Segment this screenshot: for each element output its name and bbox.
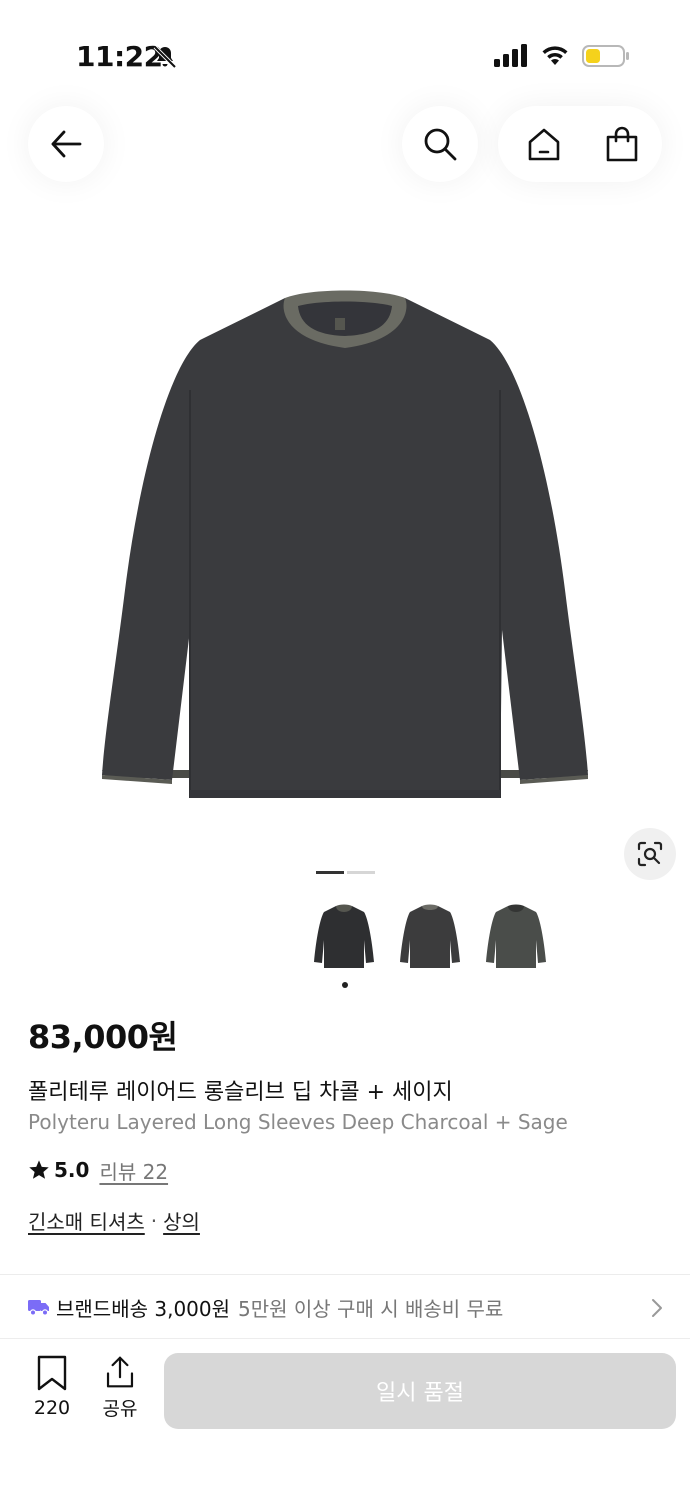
pager-dot[interactable] (347, 871, 375, 874)
share-label: 공유 (102, 1398, 138, 1420)
shipping-free-note: 5만원 이상 구매 시 배송비 무료 (238, 1296, 504, 1321)
bell-off-icon (153, 45, 177, 69)
share-icon (106, 1356, 134, 1388)
battery-icon (582, 45, 629, 67)
category-link-long-sleeve[interactable]: 긴소매 티셔츠 (28, 1206, 145, 1235)
thumbnail-charcoal-back[interactable] (396, 900, 464, 974)
product-price: 83,000원 (28, 1018, 178, 1056)
bookmark-button[interactable]: 220 (28, 1355, 76, 1421)
chevron-right-icon (652, 1299, 662, 1317)
thumbnail-strip (310, 900, 560, 996)
thumbnail-charcoal-front[interactable] (310, 900, 378, 974)
shopping-bag-icon (606, 126, 638, 162)
category-separator: · (150, 1208, 158, 1233)
shipping-info-row[interactable]: 브랜드배송 3,000원 5만원 이상 구매 시 배송비 무료 (0, 1276, 690, 1338)
bottom-action-bar: 220 공유 일시 품절 (0, 1338, 690, 1500)
image-search-button[interactable] (624, 828, 676, 880)
status-bar: 11:22 (0, 0, 690, 100)
thumbnail-selected-dot (342, 982, 348, 988)
back-button[interactable] (28, 106, 104, 182)
rating-row: 5.0 리뷰 22 (28, 1156, 168, 1184)
review-link[interactable]: 리뷰 22 (99, 1156, 168, 1185)
bookmark-icon (37, 1355, 67, 1391)
truck-icon (28, 1300, 49, 1316)
bookmark-count: 220 (33, 1397, 71, 1419)
wifi-icon (542, 46, 568, 65)
product-title-english: Polyteru Layered Long Sleeves Deep Charc… (28, 1110, 568, 1134)
image-search-icon (637, 841, 663, 867)
pager-dot-active[interactable] (316, 871, 344, 874)
category-breadcrumb: 긴소매 티셔츠 · 상의 (28, 1206, 200, 1235)
star-icon (29, 1160, 49, 1179)
shipping-fee-label: 브랜드배송 3,000원 (56, 1296, 231, 1321)
rating-value: 5.0 (54, 1158, 90, 1182)
share-button[interactable]: 공유 (96, 1355, 144, 1421)
sold-out-button[interactable]: 일시 품절 (164, 1353, 676, 1429)
category-link-tops[interactable]: 상의 (163, 1206, 200, 1235)
arrow-left-icon (51, 130, 82, 158)
product-image[interactable] (80, 270, 610, 830)
home-cart-group (498, 106, 662, 182)
home-icon (528, 128, 560, 161)
search-button[interactable] (402, 106, 478, 182)
product-title-korean: 폴리테루 레이어드 롱슬리브 딥 차콜 + 세이지 (28, 1080, 453, 1105)
cart-button[interactable] (586, 106, 658, 182)
status-time: 11:22 (76, 40, 163, 73)
home-button[interactable] (508, 106, 580, 182)
divider (0, 1274, 690, 1275)
thumbnail-sage-front[interactable] (482, 900, 550, 974)
search-icon (424, 128, 457, 161)
cellular-signal-icon (494, 44, 527, 67)
